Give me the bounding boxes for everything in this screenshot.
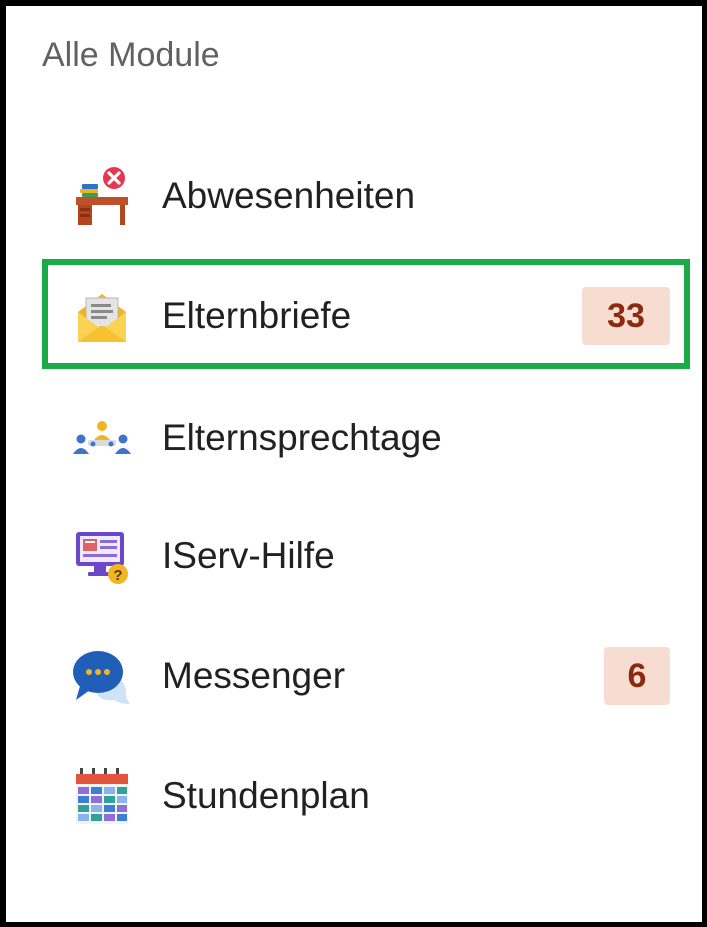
chat-bubble-icon <box>70 644 134 708</box>
module-item-elternsprechtage[interactable]: Elternsprechtage <box>50 386 680 490</box>
module-item-messenger[interactable]: Messenger 6 <box>50 624 680 728</box>
module-label: Elternsprechtage <box>162 417 442 458</box>
module-item-iserv-hilfe[interactable]: ? IServ-Hilfe <box>50 504 680 608</box>
panel-title: Alle Module <box>42 36 220 74</box>
unread-count-badge: 6 <box>604 647 670 705</box>
help-monitor-icon: ? <box>70 524 134 588</box>
module-label: Stundenplan <box>162 775 370 816</box>
module-item-abwesenheiten[interactable]: Abwesenheiten <box>50 144 680 248</box>
module-label: Messenger <box>162 655 346 696</box>
desk-absence-icon <box>70 164 134 228</box>
calendar-timetable-icon <box>70 764 134 828</box>
svg-text:?: ? <box>113 567 122 584</box>
selection-highlight <box>42 259 690 369</box>
module-panel: Alle Module Abwesenheiten Elternbriefe 3… <box>0 0 707 927</box>
module-item-stundenplan[interactable]: Stundenplan <box>50 744 680 848</box>
module-label: Abwesenheiten <box>162 175 416 216</box>
meeting-people-icon <box>70 406 134 470</box>
module-label: IServ-Hilfe <box>162 535 335 576</box>
